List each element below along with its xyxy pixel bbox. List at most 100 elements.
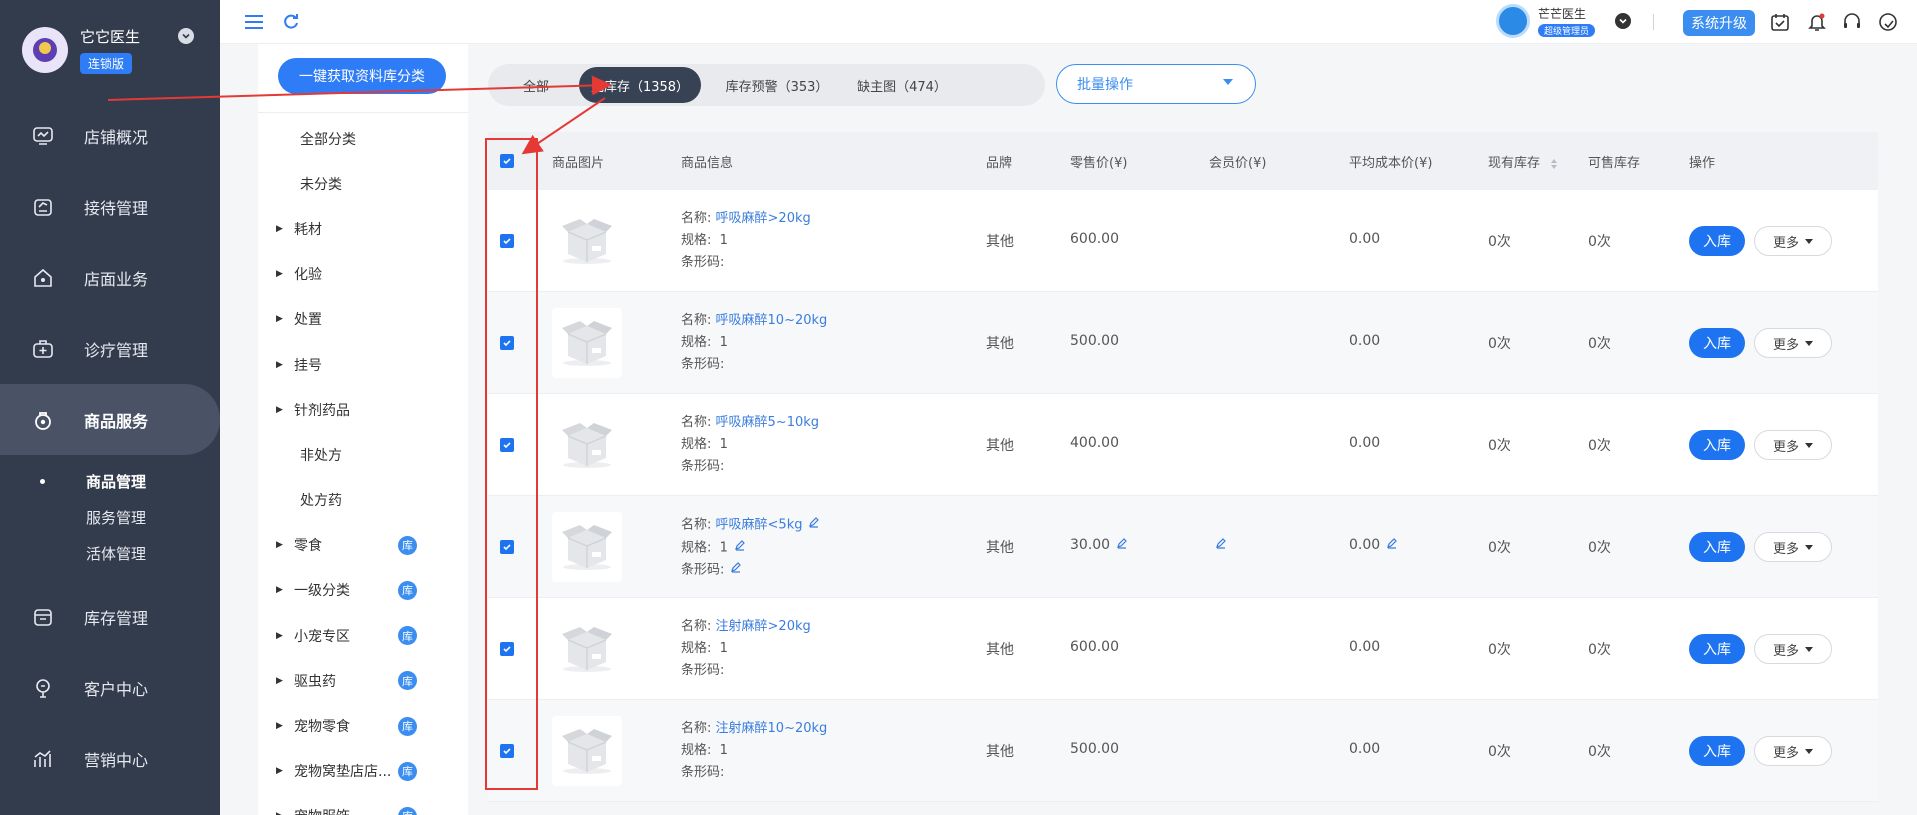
nav-subitem-2[interactable]: 服务管理 <box>0 499 220 535</box>
header-stock[interactable]: 现有库存 <box>1488 152 1558 171</box>
more-button[interactable]: 更多 <box>1754 430 1832 460</box>
select-all-checkbox[interactable] <box>500 154 514 168</box>
category-item[interactable]: 处方药 <box>258 478 468 523</box>
headset-icon[interactable] <box>1840 10 1864 34</box>
clinic-avatar[interactable] <box>22 27 68 73</box>
product-name-link[interactable]: 注射麻醉>20kg <box>716 619 811 634</box>
row-checkbox[interactable] <box>500 234 514 248</box>
nav-item-6[interactable]: 库存管理 <box>0 581 220 652</box>
caret-right-icon[interactable]: ▶ <box>276 224 283 234</box>
edit-icon[interactable] <box>1116 537 1128 553</box>
tab-1[interactable]: 全部 <box>491 67 581 103</box>
caret-right-icon[interactable]: ▶ <box>276 676 283 686</box>
tab-3[interactable]: 库存预警（353） <box>709 67 845 103</box>
nav-subitem-1[interactable]: 商品管理 <box>0 463 220 499</box>
more-button[interactable]: 更多 <box>1754 328 1832 358</box>
category-item[interactable]: ▶ 处置 <box>258 297 468 342</box>
table-row[interactable]: 名称: 呼吸麻醉10~20kg 规格: 1 条形码: 其他 500.00 0.00 0次 0次… <box>488 292 1878 394</box>
product-thumbnail[interactable] <box>552 512 622 582</box>
stock-in-button[interactable]: 入库 <box>1689 736 1745 766</box>
nav-item-8[interactable]: 营销中心 <box>0 723 220 794</box>
category-item[interactable]: ▶ 耗材 <box>258 206 468 251</box>
caret-right-icon[interactable]: ▶ <box>276 585 283 595</box>
table-row[interactable]: 名称: 呼吸麻醉5~10kg 规格: 1 条形码: 其他 400.00 0.00 0次 0次 入… <box>488 394 1878 496</box>
fetch-library-categories-button[interactable]: 一键获取资料库分类 <box>278 58 446 94</box>
stock-in-button[interactable]: 入库 <box>1689 634 1745 664</box>
edit-icon[interactable] <box>1386 537 1398 553</box>
table-row[interactable]: 名称: 注射麻醉>20kg 规格: 1 条形码: 其他 600.00 0.00 0次 0次 入库… <box>488 598 1878 700</box>
nav-subitem-3[interactable]: 活体管理 <box>0 535 220 571</box>
product-thumbnail[interactable] <box>552 410 622 480</box>
nav-item-3[interactable]: 店面业务 <box>0 242 220 313</box>
row-checkbox[interactable] <box>500 642 514 656</box>
stock-in-button[interactable]: 入库 <box>1689 532 1745 562</box>
caret-right-icon[interactable]: ▶ <box>276 811 283 815</box>
table-row[interactable]: 名称: 注射麻醉10~20kg 规格: 1 条形码: 其他 500.00 0.00 0次 0次… <box>488 700 1878 802</box>
category-item[interactable]: ▶ 零食 库 <box>258 523 468 568</box>
category-item[interactable]: ▶ 小宠专区 库 <box>258 613 468 658</box>
category-item[interactable]: ▶ 宠物服饰 库 <box>258 794 468 815</box>
caret-right-icon[interactable]: ▶ <box>276 766 283 776</box>
edit-icon[interactable] <box>1215 537 1227 553</box>
nav-item-1[interactable]: 店铺概况 <box>0 100 220 171</box>
bell-icon[interactable] <box>1805 10 1829 34</box>
product-thumbnail[interactable] <box>552 716 622 786</box>
edit-icon[interactable] <box>730 559 742 581</box>
table-row[interactable]: 名称: 呼吸麻醉<5kg 规格: 1 条形码: 其他 30.00 0.00 0次 0次 入库 更多 <box>488 496 1878 598</box>
product-thumbnail[interactable] <box>552 308 622 378</box>
refresh-icon[interactable] <box>279 10 303 34</box>
category-item[interactable]: 全部分类 <box>258 116 468 161</box>
edit-icon[interactable] <box>808 514 820 536</box>
caret-right-icon[interactable]: ▶ <box>276 314 283 324</box>
system-upgrade-button[interactable]: 系统升级 <box>1683 10 1755 36</box>
calendar-icon[interactable] <box>1768 10 1792 34</box>
category-item[interactable]: ▶ 挂号 <box>258 342 468 387</box>
row-checkbox[interactable] <box>500 336 514 350</box>
more-button[interactable]: 更多 <box>1754 736 1832 766</box>
category-item[interactable]: ▶ 针剂药品 <box>258 387 468 432</box>
more-button[interactable]: 更多 <box>1754 226 1832 256</box>
nav-item-7[interactable]: 客户中心 <box>0 652 220 723</box>
product-name-link[interactable]: 呼吸麻醉>20kg <box>716 211 811 226</box>
category-item[interactable]: ▶ 宠物零食 库 <box>258 703 468 748</box>
nav-item-4[interactable]: 诊疗管理 <box>0 313 220 384</box>
product-name-link[interactable]: 呼吸麻醉5~10kg <box>716 415 820 430</box>
stock-in-button[interactable]: 入库 <box>1689 226 1745 256</box>
tab-4[interactable]: 缺主图（474） <box>843 67 961 103</box>
menu-toggle-icon[interactable] <box>242 10 266 34</box>
product-thumbnail[interactable] <box>552 206 622 276</box>
stock-in-button[interactable]: 入库 <box>1689 328 1745 358</box>
bulk-action-select[interactable]: 批量操作 <box>1056 64 1256 104</box>
category-item[interactable]: ▶ 宠物窝垫店店... 库 <box>258 749 468 794</box>
more-button[interactable]: 更多 <box>1754 532 1832 562</box>
product-thumbnail[interactable] <box>552 614 622 684</box>
table-row[interactable]: 名称: 呼吸麻醉>20kg 规格: 1 条形码: 其他 600.00 0.00 0次 0次 入库… <box>488 190 1878 292</box>
chevron-down-icon[interactable] <box>178 28 194 44</box>
account-menu[interactable]: 芒芒医生 超级管理员 <box>1496 4 1632 38</box>
caret-right-icon[interactable]: ▶ <box>276 631 283 641</box>
edit-icon[interactable] <box>734 537 746 559</box>
caret-right-icon[interactable]: ▶ <box>276 269 283 279</box>
nav-item-5[interactable]: 商品服务 <box>0 384 220 455</box>
help-icon[interactable] <box>1876 10 1900 34</box>
chevron-down-icon[interactable] <box>1615 13 1632 29</box>
row-checkbox[interactable] <box>500 540 514 554</box>
category-item[interactable]: 非处方 <box>258 432 468 477</box>
stock-in-button[interactable]: 入库 <box>1689 430 1745 460</box>
caret-right-icon[interactable]: ▶ <box>276 360 283 370</box>
product-name-link[interactable]: 呼吸麻醉<5kg <box>716 518 803 533</box>
caret-right-icon[interactable]: ▶ <box>276 721 283 731</box>
caret-right-icon[interactable]: ▶ <box>276 540 283 550</box>
more-button[interactable]: 更多 <box>1754 634 1832 664</box>
product-name-link[interactable]: 呼吸麻醉10~20kg <box>716 313 828 328</box>
nav-item-2[interactable]: 接待管理 <box>0 171 220 242</box>
caret-right-icon[interactable]: ▶ <box>276 405 283 415</box>
category-item[interactable]: ▶ 化验 <box>258 252 468 297</box>
product-name-link[interactable]: 注射麻醉10~20kg <box>716 721 828 736</box>
tab-2[interactable]: 无库存（1358） <box>579 67 701 103</box>
row-checkbox[interactable] <box>500 438 514 452</box>
category-item[interactable]: 未分类 <box>258 161 468 206</box>
row-checkbox[interactable] <box>500 744 514 758</box>
sort-icon[interactable] <box>1550 158 1558 170</box>
category-item[interactable]: ▶ 一级分类 库 <box>258 568 468 613</box>
